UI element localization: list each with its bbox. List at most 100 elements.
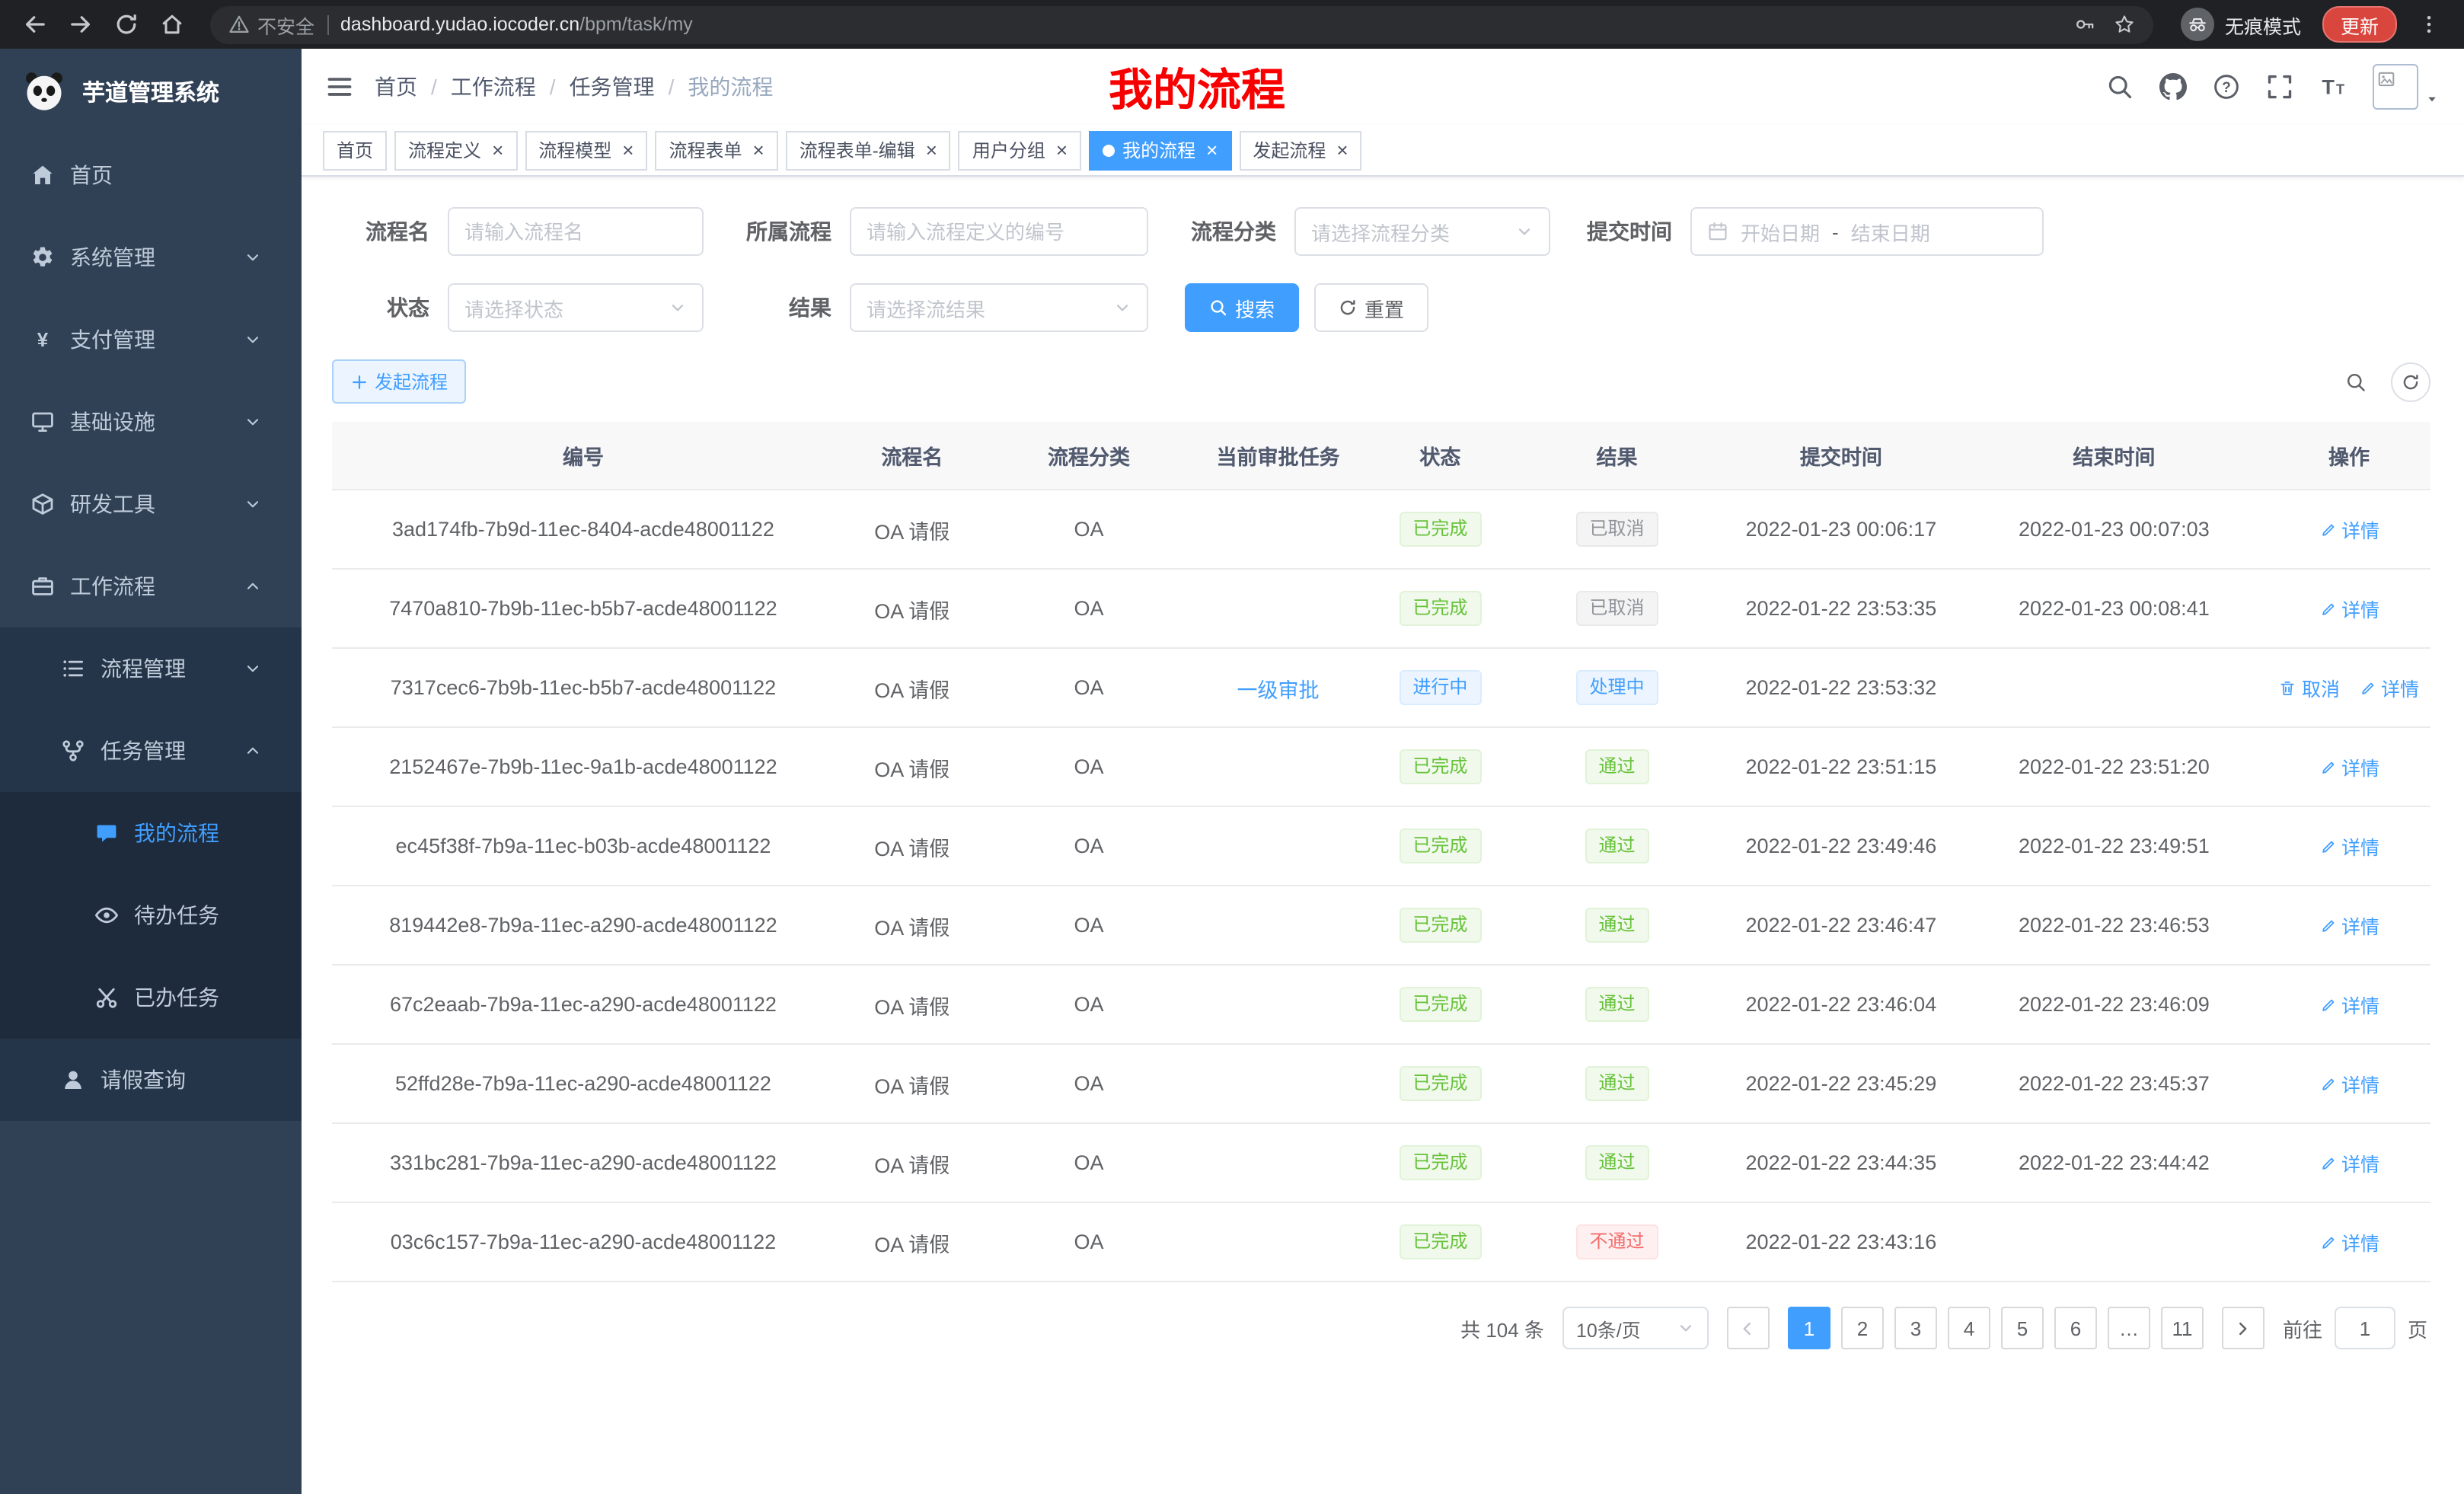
category-select[interactable]: 请选择流程分类: [1294, 207, 1550, 256]
page-content: 流程名 所属流程 流程分类 请选择流程分类: [302, 177, 2464, 1494]
home-button[interactable]: [152, 5, 192, 44]
create-process-button[interactable]: 发起流程: [332, 359, 466, 404]
bookmark-star-icon[interactable]: [2114, 14, 2135, 35]
detail-button[interactable]: 详情: [2319, 990, 2379, 1019]
detail-button[interactable]: 详情: [2319, 515, 2379, 544]
briefcase-icon: [30, 574, 55, 599]
detail-button[interactable]: 详情: [2319, 911, 2379, 940]
close-icon[interactable]: ×: [1056, 140, 1068, 160]
cancel-button[interactable]: 取消: [2279, 673, 2340, 702]
detail-button[interactable]: 详情: [2319, 1069, 2379, 1098]
security-indicator[interactable]: 不安全: [228, 10, 314, 39]
help-icon[interactable]: ?: [2213, 73, 2240, 101]
cell-process-name: OA 请假: [835, 886, 990, 965]
reset-button[interactable]: 重置: [1314, 283, 1428, 332]
breadcrumb-item[interactable]: 首页: [375, 72, 417, 102]
sidebar-item-leave-query[interactable]: 请假查询: [0, 1039, 302, 1121]
breadcrumb-item[interactable]: 任务管理: [570, 72, 655, 102]
cell-result: 通过: [1512, 1123, 1722, 1202]
edit-icon: [2358, 678, 2376, 697]
font-size-icon[interactable]: TT: [2319, 73, 2347, 101]
reload-button[interactable]: [107, 5, 146, 44]
detail-button[interactable]: 详情: [2319, 1148, 2379, 1177]
user-avatar-menu[interactable]: [2373, 64, 2440, 110]
process-name-input[interactable]: [448, 207, 704, 256]
github-icon[interactable]: [2159, 73, 2187, 101]
sidebar-item-done-tasks[interactable]: 已办任务: [0, 956, 302, 1039]
sidebar-item-payment-management[interactable]: ¥支付管理: [0, 298, 302, 381]
close-icon[interactable]: ×: [622, 140, 634, 160]
hamburger-icon[interactable]: [326, 73, 353, 101]
submit-time-range-picker[interactable]: 开始日期 - 结束日期: [1690, 207, 2044, 256]
forward-button[interactable]: [61, 5, 101, 44]
prev-page-button[interactable]: [1727, 1307, 1770, 1349]
cell-process-name: OA 请假: [835, 569, 990, 648]
show-search-button[interactable]: [2345, 371, 2367, 392]
page-button-3[interactable]: 3: [1894, 1307, 1937, 1349]
tab-process-form-edit[interactable]: 流程表单-编辑×: [786, 130, 951, 170]
search-icon[interactable]: [2106, 73, 2134, 101]
tab-label: 用户分组: [972, 137, 1045, 163]
page-button-4[interactable]: 4: [1948, 1307, 1990, 1349]
cell-submit-time: 2022-01-22 23:51:15: [1722, 727, 1961, 806]
page-button-5[interactable]: 5: [2001, 1307, 2044, 1349]
detail-button[interactable]: 详情: [2319, 832, 2379, 860]
next-page-button[interactable]: [2222, 1307, 2265, 1349]
sidebar-item-process-management[interactable]: 流程管理: [0, 627, 302, 710]
cell-current-task: [1188, 806, 1368, 886]
table-row: 7470a810-7b9b-11ec-b5b7-acde48001122OA 请…: [332, 569, 2430, 648]
detail-button[interactable]: 详情: [2319, 752, 2379, 781]
sidebar-item-home[interactable]: 首页: [0, 134, 302, 216]
app-logo[interactable]: 芋道管理系统: [0, 49, 302, 134]
address-bar[interactable]: 不安全 dashboard.yudao.iocoder.cn/bpm/task/…: [210, 5, 2153, 43]
sidebar-item-infrastructure[interactable]: 基础设施: [0, 381, 302, 463]
detail-button[interactable]: 详情: [2319, 594, 2379, 623]
page-button-11[interactable]: 11: [2161, 1307, 2204, 1349]
browser-menu-button[interactable]: [2409, 5, 2449, 44]
tab-my-process[interactable]: 我的流程×: [1089, 130, 1231, 170]
back-button[interactable]: [15, 5, 55, 44]
page-button-6[interactable]: 6: [2054, 1307, 2097, 1349]
close-icon[interactable]: ×: [1336, 140, 1348, 160]
update-button[interactable]: 更新: [2322, 6, 2397, 43]
detail-button[interactable]: 详情: [2319, 1227, 2379, 1256]
status-select[interactable]: 请选择状态: [448, 283, 704, 332]
close-icon[interactable]: ×: [926, 140, 937, 160]
cell-category: OA: [990, 965, 1189, 1044]
refresh-table-button[interactable]: [2391, 362, 2430, 401]
tab-home[interactable]: 首页: [323, 130, 387, 170]
tab-process-definition[interactable]: 流程定义 ×: [394, 130, 517, 170]
column-header: 提交时间: [1722, 422, 1961, 490]
tab-start-process[interactable]: 发起流程×: [1239, 130, 1361, 170]
page-button-2[interactable]: 2: [1841, 1307, 1884, 1349]
breadcrumb-item[interactable]: 工作流程: [451, 72, 536, 102]
jump-page-input[interactable]: [2335, 1307, 2395, 1349]
fullscreen-icon[interactable]: [2266, 73, 2293, 101]
sidebar-item-todo-tasks[interactable]: 待办任务: [0, 874, 302, 956]
page-button-1[interactable]: 1: [1788, 1307, 1830, 1349]
close-icon[interactable]: ×: [1206, 140, 1218, 160]
result-select[interactable]: 请选择流结果: [850, 283, 1148, 332]
sidebar-item-task-management[interactable]: 任务管理: [0, 710, 302, 792]
current-task-link[interactable]: 一级审批: [1237, 678, 1320, 701]
close-icon[interactable]: ×: [753, 140, 764, 160]
detail-button[interactable]: 详情: [2358, 673, 2419, 702]
process-definition-input[interactable]: [850, 207, 1148, 256]
tab-label: 流程定义: [408, 137, 481, 163]
filter-name-label: 流程名: [344, 216, 429, 247]
cell-result: 已取消: [1512, 569, 1722, 648]
browser-toolbar: 不安全 dashboard.yudao.iocoder.cn/bpm/task/…: [0, 0, 2464, 49]
sidebar-item-dev-tools[interactable]: 研发工具: [0, 463, 302, 545]
filter-time-label: 提交时间: [1587, 216, 1672, 247]
close-icon[interactable]: ×: [492, 140, 503, 160]
tab-process-model[interactable]: 流程模型×: [525, 130, 647, 170]
sidebar-item-system-management[interactable]: 系统管理: [0, 216, 302, 298]
page-size-select[interactable]: 10条/页: [1562, 1307, 1709, 1349]
tab-user-group[interactable]: 用户分组 ×: [959, 130, 1081, 170]
search-button[interactable]: 搜索: [1185, 283, 1299, 332]
password-key-icon[interactable]: [2074, 14, 2095, 35]
tab-process-form[interactable]: 流程表单×: [655, 130, 777, 170]
page-ellipsis[interactable]: …: [2108, 1307, 2150, 1349]
sidebar-item-workflow[interactable]: 工作流程: [0, 545, 302, 627]
sidebar-item-my-process[interactable]: 我的流程: [0, 792, 302, 874]
